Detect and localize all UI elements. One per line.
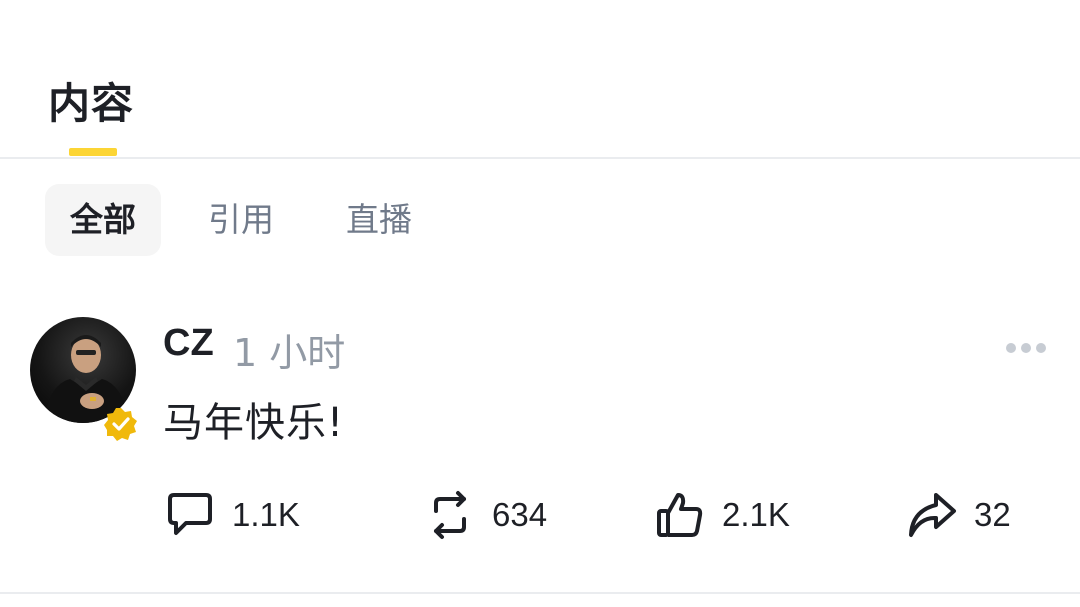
like-button[interactable]: 2.1K	[654, 485, 790, 545]
comment-count: 1.1K	[232, 496, 300, 533]
post-divider	[0, 592, 1080, 594]
tab-content[interactable]: 内容	[48, 70, 134, 131]
post-author[interactable]: CZ	[163, 322, 214, 365]
comment-icon	[168, 493, 212, 535]
share-count: 32	[974, 496, 1011, 533]
share-button[interactable]: 32	[906, 485, 1011, 545]
post-actions: 1.1K 634 2.1K 32	[0, 485, 1080, 545]
page: 内容 全部 引用 直播 CZ 1 小时 马年快乐! 1.1K 634 2.1K …	[0, 0, 1080, 607]
thumbs-up-icon	[657, 493, 703, 537]
filter-tab-quote[interactable]: 引用	[183, 184, 299, 256]
repost-icon	[434, 491, 466, 539]
filter-tab-all[interactable]: 全部	[45, 184, 161, 256]
header: 内容	[0, 0, 1080, 159]
repost-count: 634	[492, 496, 548, 533]
header-divider	[0, 157, 1080, 159]
like-count: 2.1K	[722, 496, 790, 533]
repost-button[interactable]: 634	[424, 485, 547, 545]
more-dots-icon[interactable]	[1004, 340, 1048, 356]
verified-badge-icon	[104, 408, 137, 441]
filter-tab-live[interactable]: 直播	[321, 184, 437, 256]
filter-tabs: 全部 引用 直播	[45, 184, 459, 256]
avatar[interactable]	[30, 317, 137, 441]
share-icon	[909, 493, 956, 537]
post-card[interactable]	[0, 300, 1080, 590]
post-time: 1 小时	[233, 331, 346, 375]
active-tab-indicator	[69, 148, 117, 156]
comment-button[interactable]: 1.1K	[164, 485, 300, 545]
post-text: 马年快乐!	[163, 400, 345, 446]
